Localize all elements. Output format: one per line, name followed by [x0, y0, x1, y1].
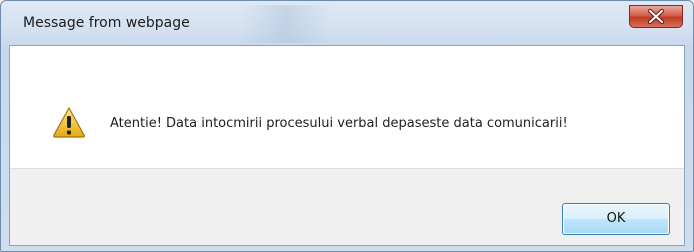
close-icon [648, 9, 664, 24]
warning-icon [53, 107, 85, 138]
dialog-content: Atentie! Data intocmirii procesului verb… [9, 45, 685, 246]
message-text: Atentie! Data intocmirii procesului verb… [110, 116, 568, 131]
message-dialog: Message from webpage Atentie! Data intoc… [0, 0, 694, 252]
message-area: Atentie! Data intocmirii procesului verb… [10, 46, 684, 168]
ok-button[interactable]: OK [562, 203, 670, 235]
close-button[interactable] [629, 5, 683, 28]
title-bar[interactable]: Message from webpage [1, 1, 693, 45]
button-area: OK [10, 168, 684, 245]
window-title: Message from webpage [23, 15, 190, 31]
title-bar-highlight [241, 5, 331, 43]
